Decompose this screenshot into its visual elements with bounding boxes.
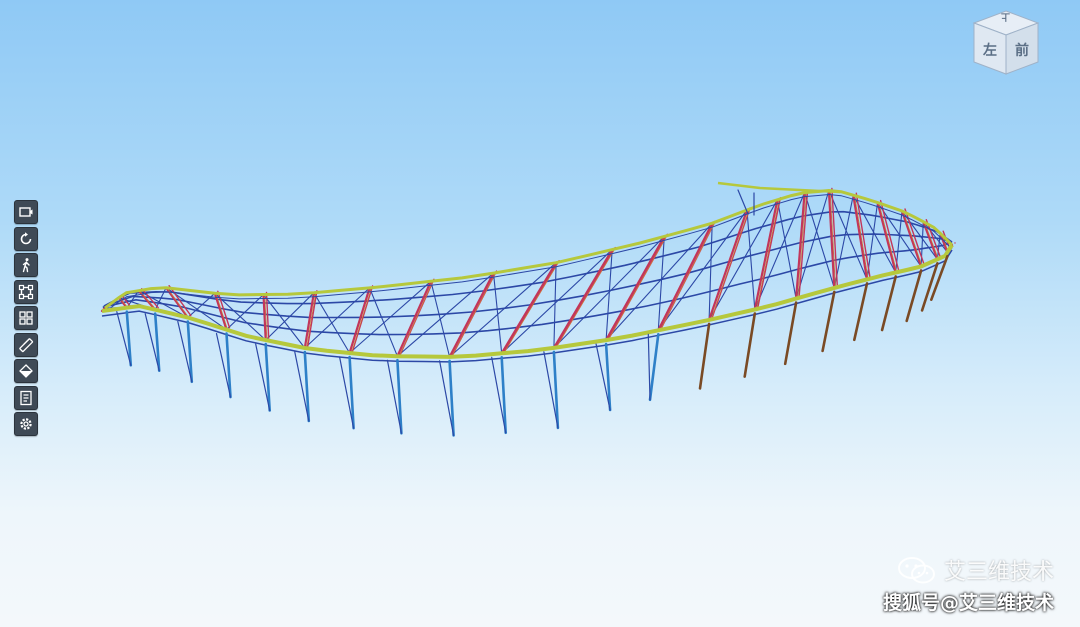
steel-roof-structure-model[interactable] <box>0 0 1080 627</box>
truss-web <box>350 288 372 355</box>
roof-bracing <box>396 272 495 357</box>
roof-bracing <box>657 209 748 331</box>
measure-button[interactable] <box>14 332 38 357</box>
roof-bracing <box>492 272 503 354</box>
truss-web <box>305 293 316 350</box>
3d-viewport[interactable] <box>0 0 1080 627</box>
settings-icon <box>20 418 32 430</box>
camera-icon <box>19 207 33 217</box>
roof-truss <box>753 198 779 311</box>
model-tree-icon <box>19 311 33 325</box>
cube-face-left[interactable]: 左 <box>983 40 997 60</box>
support-column <box>880 275 898 332</box>
fit-view-button[interactable] <box>14 279 38 304</box>
column-brace <box>647 333 651 401</box>
roof-bracing <box>657 235 665 331</box>
roof-bracing <box>430 280 451 358</box>
watermark-source-text: 搜狐号@艾三维技术 <box>882 592 1054 614</box>
view-navigation-cube[interactable]: 上 左 前 <box>970 8 1042 78</box>
roof-bracing <box>746 209 756 311</box>
roof-truss <box>657 222 714 332</box>
roof-truss <box>711 207 751 319</box>
properties-icon <box>20 390 32 405</box>
watermark: 艾三维技术 搜狐号@艾三维技术 <box>883 554 1054 615</box>
truss-web <box>878 203 898 274</box>
fit-view-icon <box>18 284 34 299</box>
roof-truss <box>855 192 871 279</box>
section-button[interactable] <box>14 359 38 383</box>
roof-bracing <box>553 262 557 349</box>
wechat-icon <box>897 557 935 584</box>
section-icon <box>19 364 33 378</box>
cube-face-top[interactable]: 上 <box>1001 11 1010 24</box>
truss-web <box>398 281 433 358</box>
roof-bracing <box>708 222 713 321</box>
roof-truss <box>448 272 495 358</box>
truss-web <box>450 273 496 359</box>
settings-button[interactable] <box>14 412 38 436</box>
support-column <box>698 322 711 390</box>
measure-icon <box>19 337 34 352</box>
watermark-brand-text: 艾三维技术 <box>943 560 1054 585</box>
viewer-toolbar <box>14 200 38 439</box>
roof-truss <box>604 235 666 342</box>
support-column <box>648 332 660 402</box>
rotate-icon <box>20 231 32 244</box>
camera-button[interactable] <box>14 200 38 224</box>
roof-truss <box>396 280 432 358</box>
cube-face-front[interactable]: 前 <box>1015 40 1029 60</box>
support-column <box>743 312 757 378</box>
support-column <box>905 269 923 323</box>
roof-truss <box>876 201 897 274</box>
wing-chord <box>717 181 841 194</box>
truss-web <box>797 193 807 300</box>
support-column <box>783 301 798 366</box>
roof-purlin <box>103 233 953 319</box>
roof-bracing <box>369 287 398 357</box>
support-column <box>852 282 869 342</box>
model-tree-button[interactable] <box>14 306 38 330</box>
properties-button[interactable] <box>14 385 38 410</box>
rotate-button[interactable] <box>14 226 38 251</box>
walk-button[interactable] <box>14 253 38 277</box>
support-column <box>821 290 836 353</box>
walk-icon <box>22 258 30 273</box>
